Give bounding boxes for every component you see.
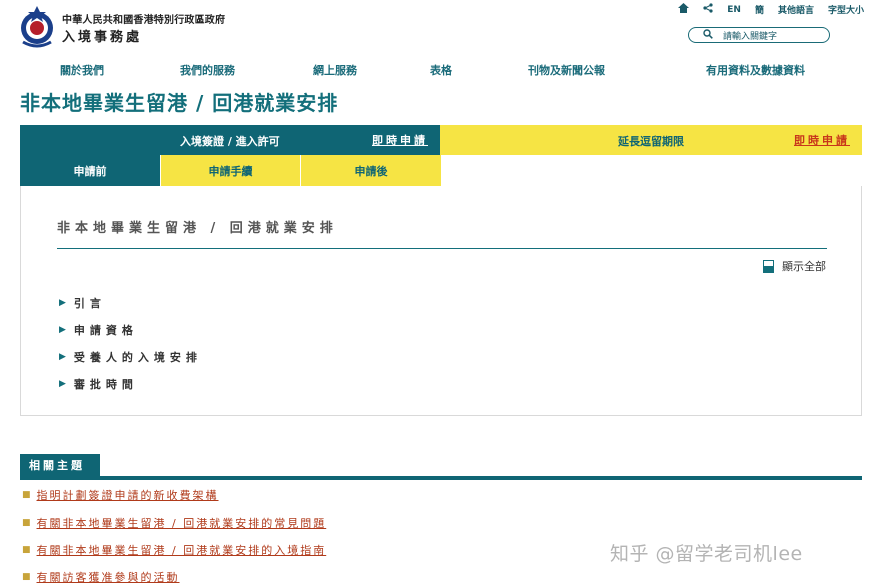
font-size-link[interactable]: 字型大小 <box>828 3 864 16</box>
related-link-text[interactable]: 有關非本地畢業生留港 / 回港就業安排的常見問題 <box>37 515 327 531</box>
nav-item-useful-info[interactable]: 有用資料及數據資料 <box>706 62 805 78</box>
subtab-application-procedure[interactable]: 申請手續 <box>161 155 300 186</box>
other-language-link[interactable]: 其他語言 <box>778 3 814 16</box>
search-input[interactable]: 請輸入關鍵字 <box>688 27 830 43</box>
related-link-entry-guide[interactable]: ■ 有關非本地畢業生留港 / 回港就業安排的入境指南 <box>22 542 326 558</box>
nav-item-about[interactable]: 關於我們 <box>60 62 104 78</box>
triangle-right-icon: ▶ <box>59 325 66 335</box>
accordion-item-eligibility[interactable]: ▶ 申請資格 <box>59 322 138 338</box>
bullet-icon: ■ <box>22 545 31 555</box>
home-icon[interactable] <box>678 3 690 16</box>
nav-item-publications[interactable]: 刊物及新聞公報 <box>528 62 605 78</box>
bullet-icon: ■ <box>22 518 31 528</box>
lang-en-link[interactable]: EN <box>727 5 741 15</box>
nav-item-eservices[interactable]: 網上服務 <box>313 62 357 78</box>
accordion-item-introduction[interactable]: ▶ 引言 <box>59 295 106 311</box>
content-panel: 非本地畢業生留港 / 回港就業安排 顯示全部 ▶ 引言 ▶ 申請資格 ▶ 受養人… <box>20 186 862 416</box>
expand-all-icon <box>763 259 774 273</box>
subtab-before-application[interactable]: 申請前 <box>20 155 160 186</box>
tab-extension-of-stay[interactable]: 延長逗留期限 即時申請 <box>440 125 862 155</box>
accordion-label: 申請資格 <box>73 324 138 337</box>
triangle-right-icon: ▶ <box>59 379 66 389</box>
related-topics-heading: 相關主題 <box>20 454 100 476</box>
related-link-text[interactable]: 有關非本地畢業生留港 / 回港就業安排的入境指南 <box>37 542 327 558</box>
nav-item-forms[interactable]: 表格 <box>430 62 452 78</box>
search-placeholder: 請輸入關鍵字 <box>723 31 778 42</box>
bullet-icon: ■ <box>22 490 31 500</box>
page-title: 非本地畢業生留港 / 回港就業安排 <box>20 91 339 115</box>
panel-divider <box>57 248 827 249</box>
nav-item-services[interactable]: 我們的服務 <box>180 62 235 78</box>
bullet-icon: ■ <box>22 572 31 582</box>
tab-entry-visa-label: 入境簽證 / 進入許可 <box>180 135 280 148</box>
show-all-toggle[interactable]: 顯示全部 <box>763 258 826 274</box>
accordion-label: 受養人的入境安排 <box>73 351 202 364</box>
related-link-text[interactable]: 指明計劃簽證申請的新收費架構 <box>37 487 219 503</box>
tab-entry-visa[interactable]: 入境簽證 / 進入許可 即時申請 <box>20 125 440 155</box>
related-topics-divider <box>20 476 862 480</box>
triangle-right-icon: ▶ <box>59 298 66 308</box>
watermark: 知乎 @留学老司机lee <box>610 543 803 565</box>
share-icon[interactable] <box>703 3 713 16</box>
related-link-visitor-activities[interactable]: ■ 有關訪客獲准參與的活動 <box>22 569 180 585</box>
apply-now-link-visa[interactable]: 即時申請 <box>372 132 428 148</box>
subtab-after-application[interactable]: 申請後 <box>301 155 441 186</box>
panel-title: 非本地畢業生留港 / 回港就業安排 <box>57 221 338 236</box>
apply-now-link-extension[interactable]: 即時申請 <box>794 132 850 148</box>
lang-sc-link[interactable]: 簡 <box>755 3 764 16</box>
accordion-label: 引言 <box>73 297 106 310</box>
show-all-label: 顯示全部 <box>782 260 826 273</box>
immd-logo[interactable] <box>18 4 56 48</box>
department-name-line2: 入境事務處 <box>62 30 143 45</box>
utility-bar: EN 簡 其他語言 字型大小 <box>678 3 864 16</box>
accordion-item-dependants[interactable]: ▶ 受養人的入境安排 <box>59 349 202 365</box>
department-name-line1: 中華人民共和國香港特別行政區政府 <box>62 15 226 26</box>
related-link-text[interactable]: 有關訪客獲准參與的活動 <box>37 569 180 585</box>
accordion-item-processing-time[interactable]: ▶ 審批時間 <box>59 376 138 392</box>
related-link-faq[interactable]: ■ 有關非本地畢業生留港 / 回港就業安排的常見問題 <box>22 515 326 531</box>
main-nav: 關於我們 我們的服務 網上服務 表格 刊物及新聞公報 有用資料及數據資料 <box>0 62 884 78</box>
tab-extension-label: 延長逗留期限 <box>618 135 684 148</box>
triangle-right-icon: ▶ <box>59 352 66 362</box>
search-icon[interactable] <box>703 28 713 42</box>
related-link-fee-structure[interactable]: ■ 指明計劃簽證申請的新收費架構 <box>22 487 219 503</box>
accordion-label: 審批時間 <box>73 378 138 391</box>
